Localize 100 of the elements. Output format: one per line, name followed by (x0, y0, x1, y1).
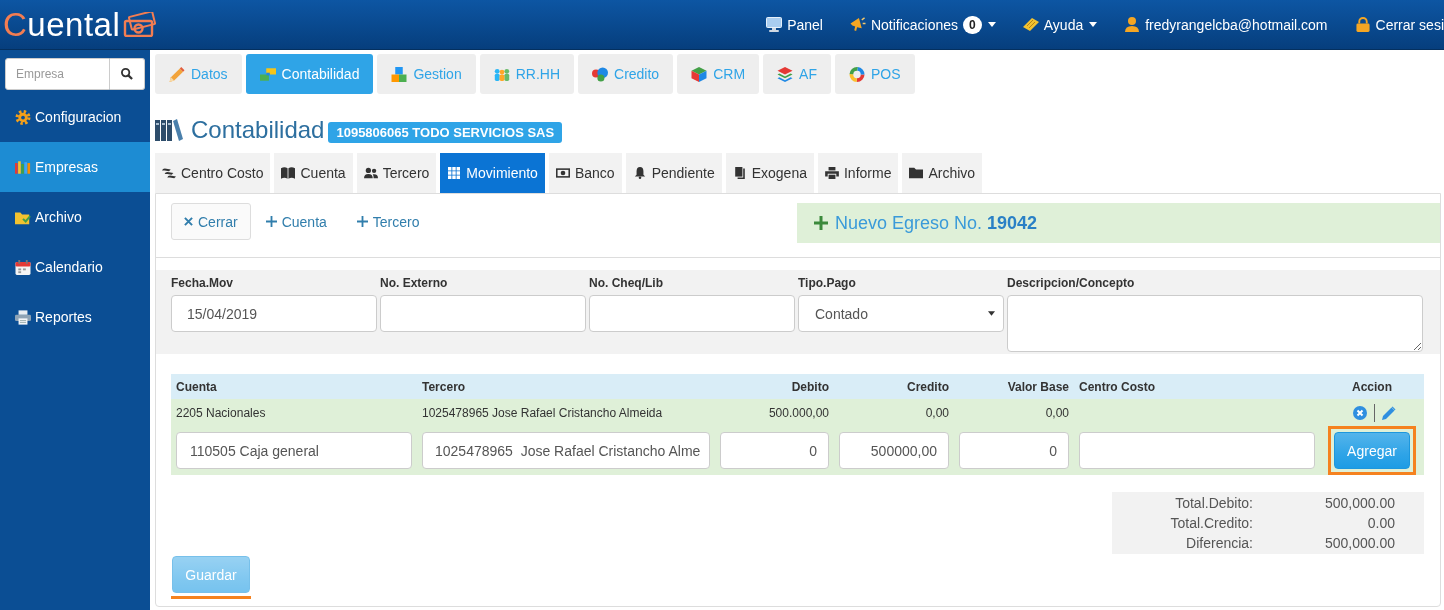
sidebar-item[interactable]: Calendario (0, 242, 150, 292)
debit-field[interactable]: 0 (720, 432, 829, 469)
column-header: Accion (1351, 379, 1393, 394)
nav-link[interactable]: Notificaciones 0 (849, 15, 996, 34)
sidebar-item[interactable]: Configuracion (0, 92, 150, 142)
plus-icon (265, 216, 277, 227)
add-link[interactable]: Cuenta (250, 203, 342, 240)
field-label: Fecha.Mov (171, 275, 233, 291)
column-header: Valor Base (1006, 379, 1070, 394)
column-header: Credito (906, 379, 950, 394)
bar-chart-icon (15, 159, 31, 175)
banner-text: Nuevo Egreso No. 19042 (835, 212, 1038, 234)
delete-icon[interactable] (1352, 405, 1367, 420)
table-cell-text: 500.000,00 (767, 405, 830, 420)
caret-icon (987, 22, 996, 27)
sidebar-item[interactable]: Empresas (0, 142, 150, 192)
plus-icon (356, 216, 368, 227)
field-label: No. Externo (380, 275, 448, 291)
circles-icon (592, 66, 608, 82)
field-label: Tipo.Pago (798, 275, 856, 291)
caret-icon (988, 311, 995, 316)
total-label: Diferencia: (1185, 534, 1253, 553)
table-cell-text: 1025478965 Jose Rafael Cristancho Almeida (421, 405, 664, 420)
folder-icon (909, 167, 924, 179)
section-tab[interactable]: Cuenta (274, 153, 353, 193)
gear-icon (15, 109, 31, 125)
column-header: Centro Costo (1078, 379, 1156, 394)
user-icon (1124, 17, 1141, 32)
close-icon (184, 217, 193, 226)
table-cell-text: 0,00 (924, 405, 950, 420)
cost-center-field[interactable] (1079, 432, 1315, 469)
section-tab[interactable]: Movimiento (440, 153, 545, 193)
monitor-icon (766, 17, 783, 32)
money-icon (123, 12, 158, 37)
section-tab[interactable]: Informe (817, 153, 899, 193)
users-icon (363, 167, 378, 179)
total-value: 0.00 (1366, 514, 1395, 533)
section-tab[interactable]: Centro Costo (155, 153, 271, 193)
section-tab[interactable]: Exogena (725, 153, 814, 193)
book-icon (281, 167, 296, 179)
grid-icon (447, 167, 462, 179)
section-tab[interactable]: Tercero (356, 153, 437, 193)
column-header: Cuenta (175, 379, 218, 394)
field-label: Descripcion/Concepto (1007, 275, 1135, 291)
add-link[interactable]: Tercero (341, 203, 435, 240)
section-tab[interactable]: Pendiente (625, 153, 722, 193)
section-tab[interactable]: Archivo (902, 153, 983, 193)
nav-link[interactable]: Panel (766, 16, 823, 33)
account-field[interactable]: 110505 Caja general (176, 432, 412, 469)
page-title: Contabilidad (191, 118, 325, 142)
total-label: Total.Debito: (1174, 494, 1253, 513)
text-field[interactable] (589, 295, 795, 332)
people-icon (493, 66, 510, 82)
blocks-icon (259, 66, 276, 82)
field-label: No. Cheq/Lib (589, 275, 663, 291)
logo-text[interactable]: Cuental (3, 8, 121, 41)
cubes-icon (391, 66, 408, 82)
megaphone-icon (849, 17, 866, 32)
text-field[interactable]: 15/04/2019 (171, 295, 377, 332)
lock-icon (1354, 17, 1371, 32)
plus-icon (814, 216, 828, 230)
select-field[interactable]: Contado (798, 295, 1004, 332)
calendar-icon (15, 259, 31, 275)
search-icon (121, 68, 133, 80)
printer-icon (15, 309, 31, 325)
sidebar-item[interactable]: Archivo (0, 192, 150, 242)
text-field[interactable] (380, 295, 586, 332)
third-party-field[interactable]: 1025478965 Jose Rafael Cristancho Alme (422, 432, 710, 469)
column-header: Debito (790, 379, 830, 394)
cube-icon (691, 66, 708, 82)
table-cell-text: 2205 Nacionales (175, 405, 267, 420)
sidebar-item[interactable]: Reportes (0, 292, 150, 342)
textarea-field[interactable] (1007, 295, 1423, 352)
edit-icon[interactable] (1381, 405, 1396, 420)
nav-link[interactable]: Ayuda (1022, 16, 1098, 33)
ring-icon (848, 66, 865, 82)
printer-icon (824, 167, 839, 179)
total-label: Total.Credito: (1169, 514, 1253, 533)
books-icon (155, 119, 183, 141)
total-value: 500,000.00 (1323, 534, 1395, 553)
pencil-icon (169, 66, 185, 82)
table-cell-text: 0,00 (1044, 405, 1070, 420)
document-icon (732, 167, 747, 179)
nav-link[interactable]: Cerrar sesi (1354, 16, 1444, 33)
base-value-field[interactable]: 0 (959, 432, 1069, 469)
ticket-icon (1022, 17, 1039, 32)
layers-icon (777, 66, 794, 82)
nav-link[interactable]: fredyrangelcba@hotmail.com (1124, 16, 1328, 33)
company-badge: 1095806065 TODO SERVICIOS SAS (328, 122, 563, 143)
caret-icon (1089, 22, 1098, 27)
banknote-icon (555, 167, 570, 179)
close-button[interactable]: Cerrar (171, 203, 251, 240)
count-badge: 0 (963, 15, 982, 34)
search-field[interactable]: Empresa (5, 58, 110, 90)
section-tab[interactable]: Banco (548, 153, 622, 193)
column-header: Tercero (421, 379, 467, 394)
stack-icon (162, 167, 176, 179)
total-value: 500,000.00 (1323, 494, 1395, 513)
search-button[interactable] (110, 58, 145, 90)
credit-field[interactable]: 500000,00 (839, 432, 949, 469)
